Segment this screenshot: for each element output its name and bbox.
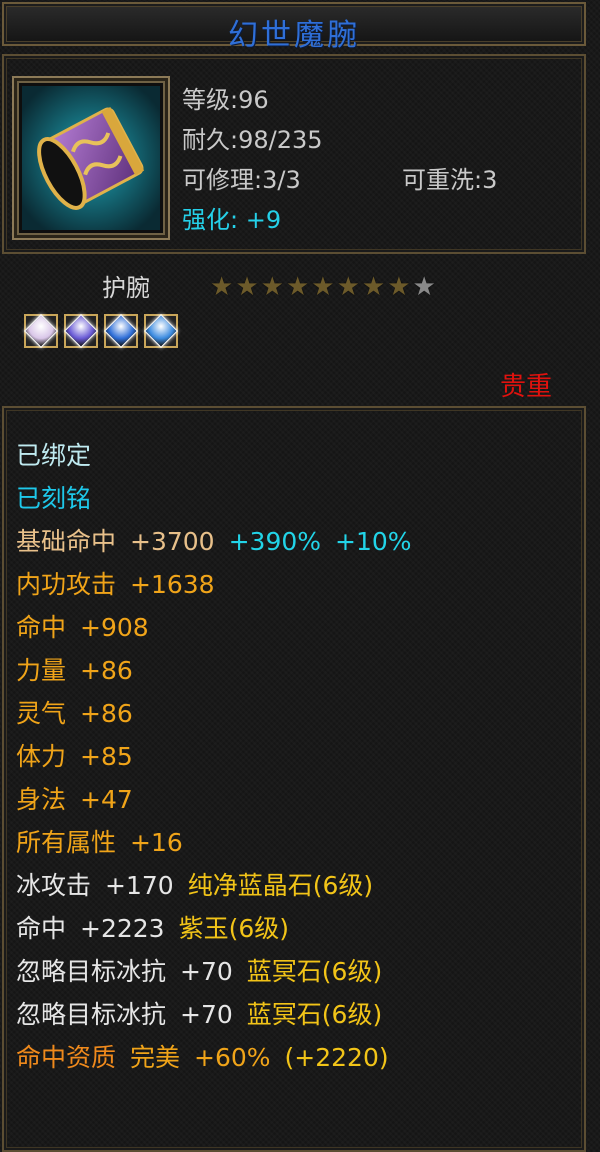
attribute-name: 力量 [16,656,67,685]
attribute-name: 冰攻击 [16,871,92,900]
attribute-value: +3700 [130,527,215,556]
attribute-row: 已绑定 [16,436,426,479]
attribute-row: 所有属性 +16 [16,823,426,866]
attribute-value: 紫玉(6级) [178,914,290,943]
rarity-label: 贵重 [499,372,552,402]
attribute-row: 忽略目标冰抗 +70 蓝冥石(6级) [16,952,426,995]
attribute-name: 命中 [16,914,67,943]
title-bar: 幻世魔腕 [2,2,586,53]
item-rewashable: 可重洗:3 [402,166,498,194]
attribute-value: 纯净蓝晶石(6级) [187,871,374,900]
attribute-value: +70 [180,957,233,986]
attribute-value: +60% [194,1043,271,1072]
attribute-row: 体力 +85 [16,737,426,780]
item-icon-frame[interactable] [12,76,170,240]
attribute-name: 忽略目标冰抗 [16,957,167,986]
attribute-value: +47 [80,785,133,814]
attribute-value: +390% [228,527,322,556]
attribute-name: 内功攻击 [16,570,117,599]
bracer-icon [22,86,160,230]
item-enhance: 强化: +9 [182,206,282,234]
item-level: 等级:96 [182,86,269,114]
attribute-name: 已刻铭 [16,484,92,513]
star-filled-icon: ★ [210,272,234,302]
item-type: 护腕 [102,274,150,302]
attribute-value: +70 [180,1000,233,1029]
star-filled-icon: ★ [235,272,259,302]
star-filled-icon: ★ [260,272,284,302]
attribute-value: (+2220) [284,1043,389,1072]
attribute-row: 灵气 +86 [16,694,426,737]
attribute-value: +16 [130,828,183,857]
attribute-name: 命中资质 [16,1043,117,1072]
gem-slot[interactable] [144,314,178,348]
attribute-value: +908 [80,613,149,642]
item-repairable: 可修理:3/3 [182,166,301,194]
attribute-name: 体力 [16,742,67,771]
attribute-value: +85 [80,742,133,771]
star-filled-icon: ★ [311,272,335,302]
item-durability: 耐久:98/235 [182,126,323,154]
attribute-name: 命中 [16,613,67,642]
attribute-name: 灵气 [16,699,67,728]
attribute-value: +1638 [130,570,215,599]
blue-gem-icon [104,314,138,348]
attribute-row: 忽略目标冰抗 +70 蓝冥石(6级) [16,995,426,1038]
blue-gem-icon [144,314,178,348]
pink-gem-icon [24,314,58,348]
attribute-name: 所有属性 [16,828,117,857]
attribute-value: +10% [335,527,412,556]
star-rating: ★ ★ ★ ★ ★ ★ ★ ★ ★ [210,274,436,300]
gem-sockets [24,314,178,348]
star-filled-icon: ★ [387,272,411,302]
attribute-row: 基础命中 +3700 +390% +10% [16,522,426,565]
attribute-value: +2223 [80,914,165,943]
attribute-row: 已刻铭 [16,479,426,522]
attribute-name: 身法 [16,785,67,814]
gem-slot[interactable] [64,314,98,348]
violet-gem-icon [64,314,98,348]
attribute-value: +170 [105,871,174,900]
gem-slot[interactable] [104,314,138,348]
star-filled-icon: ★ [361,272,386,302]
attribute-row: 命中资质 完美 +60% (+2220) [16,1038,426,1081]
attribute-list: 已绑定已刻铭基础命中 +3700 +390% +10% 内功攻击 +1638 命中 +908 力… [16,436,426,1081]
attribute-row: 内功攻击 +1638 [16,565,426,608]
attribute-value: +86 [80,699,133,728]
star-empty-icon: ★ [412,272,436,302]
attribute-row: 命中 +2223 紫玉(6级) [16,909,426,952]
item-name: 幻世魔腕 [228,18,360,53]
attribute-name: 已绑定 [16,441,92,470]
attribute-value: +86 [80,656,133,685]
attribute-value: 蓝冥石(6级) [246,957,383,986]
star-filled-icon: ★ [336,272,360,302]
attribute-value: 完美 [130,1043,181,1072]
attribute-row: 力量 +86 [16,651,426,694]
attribute-row: 身法 +47 [16,780,426,823]
attribute-value: 蓝冥石(6级) [246,1000,383,1029]
attribute-name: 基础命中 [16,527,117,556]
attribute-row: 命中 +908 [16,608,426,651]
gem-slot[interactable] [24,314,58,348]
star-filled-icon: ★ [285,272,310,302]
attribute-row: 冰攻击 +170 纯净蓝晶石(6级) [16,866,426,909]
item-tooltip-panel: 幻世魔腕 等级:96 耐久:98/235 可修理:3/3 可重洗:3 强化: +… [0,0,600,1152]
attribute-name: 忽略目标冰抗 [16,1000,167,1029]
